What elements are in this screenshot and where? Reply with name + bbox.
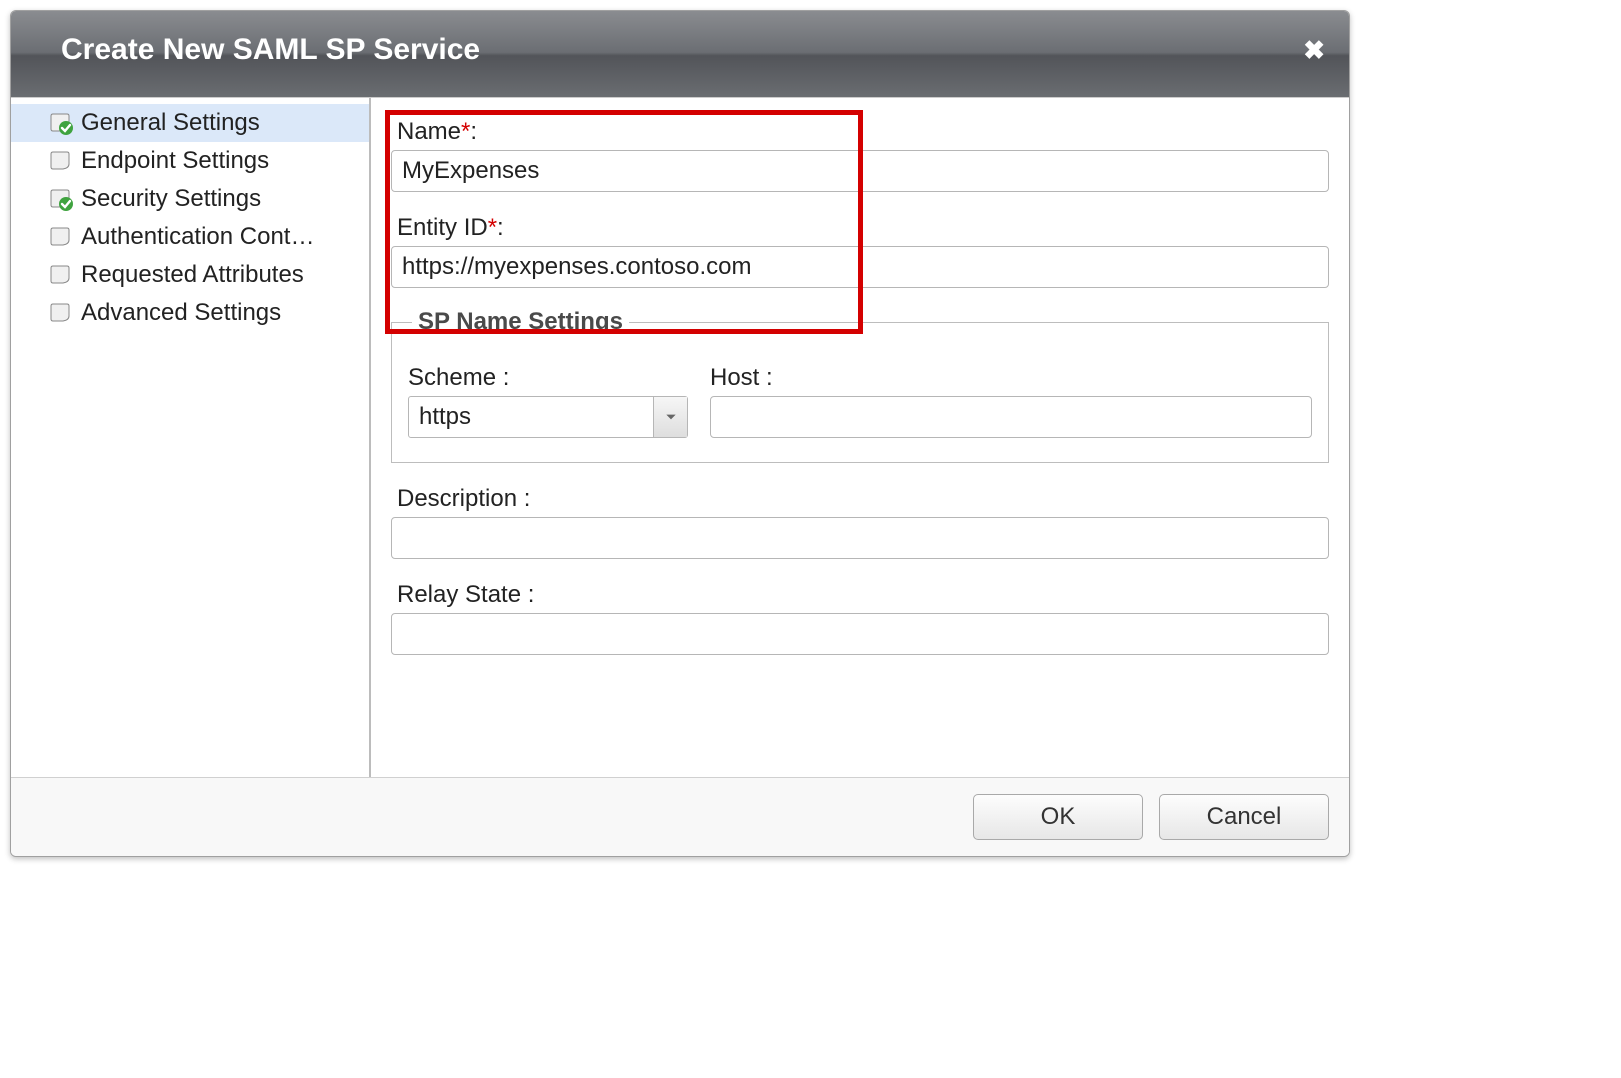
sp-name-settings-legend: SP Name Settings	[412, 308, 629, 336]
page-icon	[49, 225, 73, 249]
main-panel: Name*: Entity ID*: SP Name Settings Sche…	[371, 98, 1349, 777]
sidebar-item-label: Requested Attributes	[81, 261, 304, 289]
chevron-down-icon[interactable]	[653, 397, 687, 437]
sidebar-item-0[interactable]: General Settings	[11, 104, 369, 142]
scheme-select[interactable]: https	[408, 396, 688, 438]
entity-id-label: Entity ID*:	[397, 214, 1329, 242]
description-input[interactable]	[391, 517, 1329, 559]
entity-id-input[interactable]	[391, 246, 1329, 288]
close-icon[interactable]: ✖	[1303, 35, 1325, 66]
dialog: Create New SAML SP Service ✖ General Set…	[10, 10, 1350, 857]
scheme-value: https	[409, 397, 653, 437]
sidebar-item-5[interactable]: Advanced Settings	[11, 294, 369, 332]
dialog-title: Create New SAML SP Service	[61, 33, 1321, 67]
sidebar: General Settings Endpoint Settings Securit…	[11, 98, 371, 777]
description-label: Description :	[397, 485, 1329, 513]
sidebar-item-3[interactable]: Authentication Cont…	[11, 218, 369, 256]
page-check-icon	[49, 111, 73, 135]
sidebar-item-label: Security Settings	[81, 185, 261, 213]
sidebar-item-label: Advanced Settings	[81, 299, 281, 327]
page-icon	[49, 263, 73, 287]
name-input[interactable]	[391, 150, 1329, 192]
entity-id-label-text: Entity ID	[397, 214, 488, 241]
host-label: Host :	[710, 364, 1312, 392]
dialog-header: Create New SAML SP Service ✖	[11, 11, 1349, 97]
relay-state-input[interactable]	[391, 613, 1329, 655]
page-check-icon	[49, 187, 73, 211]
required-asterisk: *	[488, 214, 497, 241]
sidebar-item-label: General Settings	[81, 109, 260, 137]
scheme-label: Scheme :	[408, 364, 688, 392]
page-icon	[49, 301, 73, 325]
relay-state-label: Relay State :	[397, 581, 1329, 609]
required-asterisk: *	[461, 118, 470, 145]
dialog-footer: OK Cancel	[11, 777, 1349, 856]
sidebar-item-label: Endpoint Settings	[81, 147, 269, 175]
sidebar-item-label: Authentication Cont…	[81, 223, 314, 251]
dialog-body: General Settings Endpoint Settings Securit…	[11, 97, 1349, 777]
cancel-button[interactable]: Cancel	[1159, 794, 1329, 840]
page-icon	[49, 149, 73, 173]
sidebar-item-4[interactable]: Requested Attributes	[11, 256, 369, 294]
sidebar-item-2[interactable]: Security Settings	[11, 180, 369, 218]
sp-name-settings-fieldset: SP Name Settings Scheme : https Host :	[391, 308, 1329, 463]
name-label-text: Name	[397, 118, 461, 145]
host-input[interactable]	[710, 396, 1312, 438]
ok-button[interactable]: OK	[973, 794, 1143, 840]
name-label: Name*:	[397, 118, 1329, 146]
sidebar-item-1[interactable]: Endpoint Settings	[11, 142, 369, 180]
